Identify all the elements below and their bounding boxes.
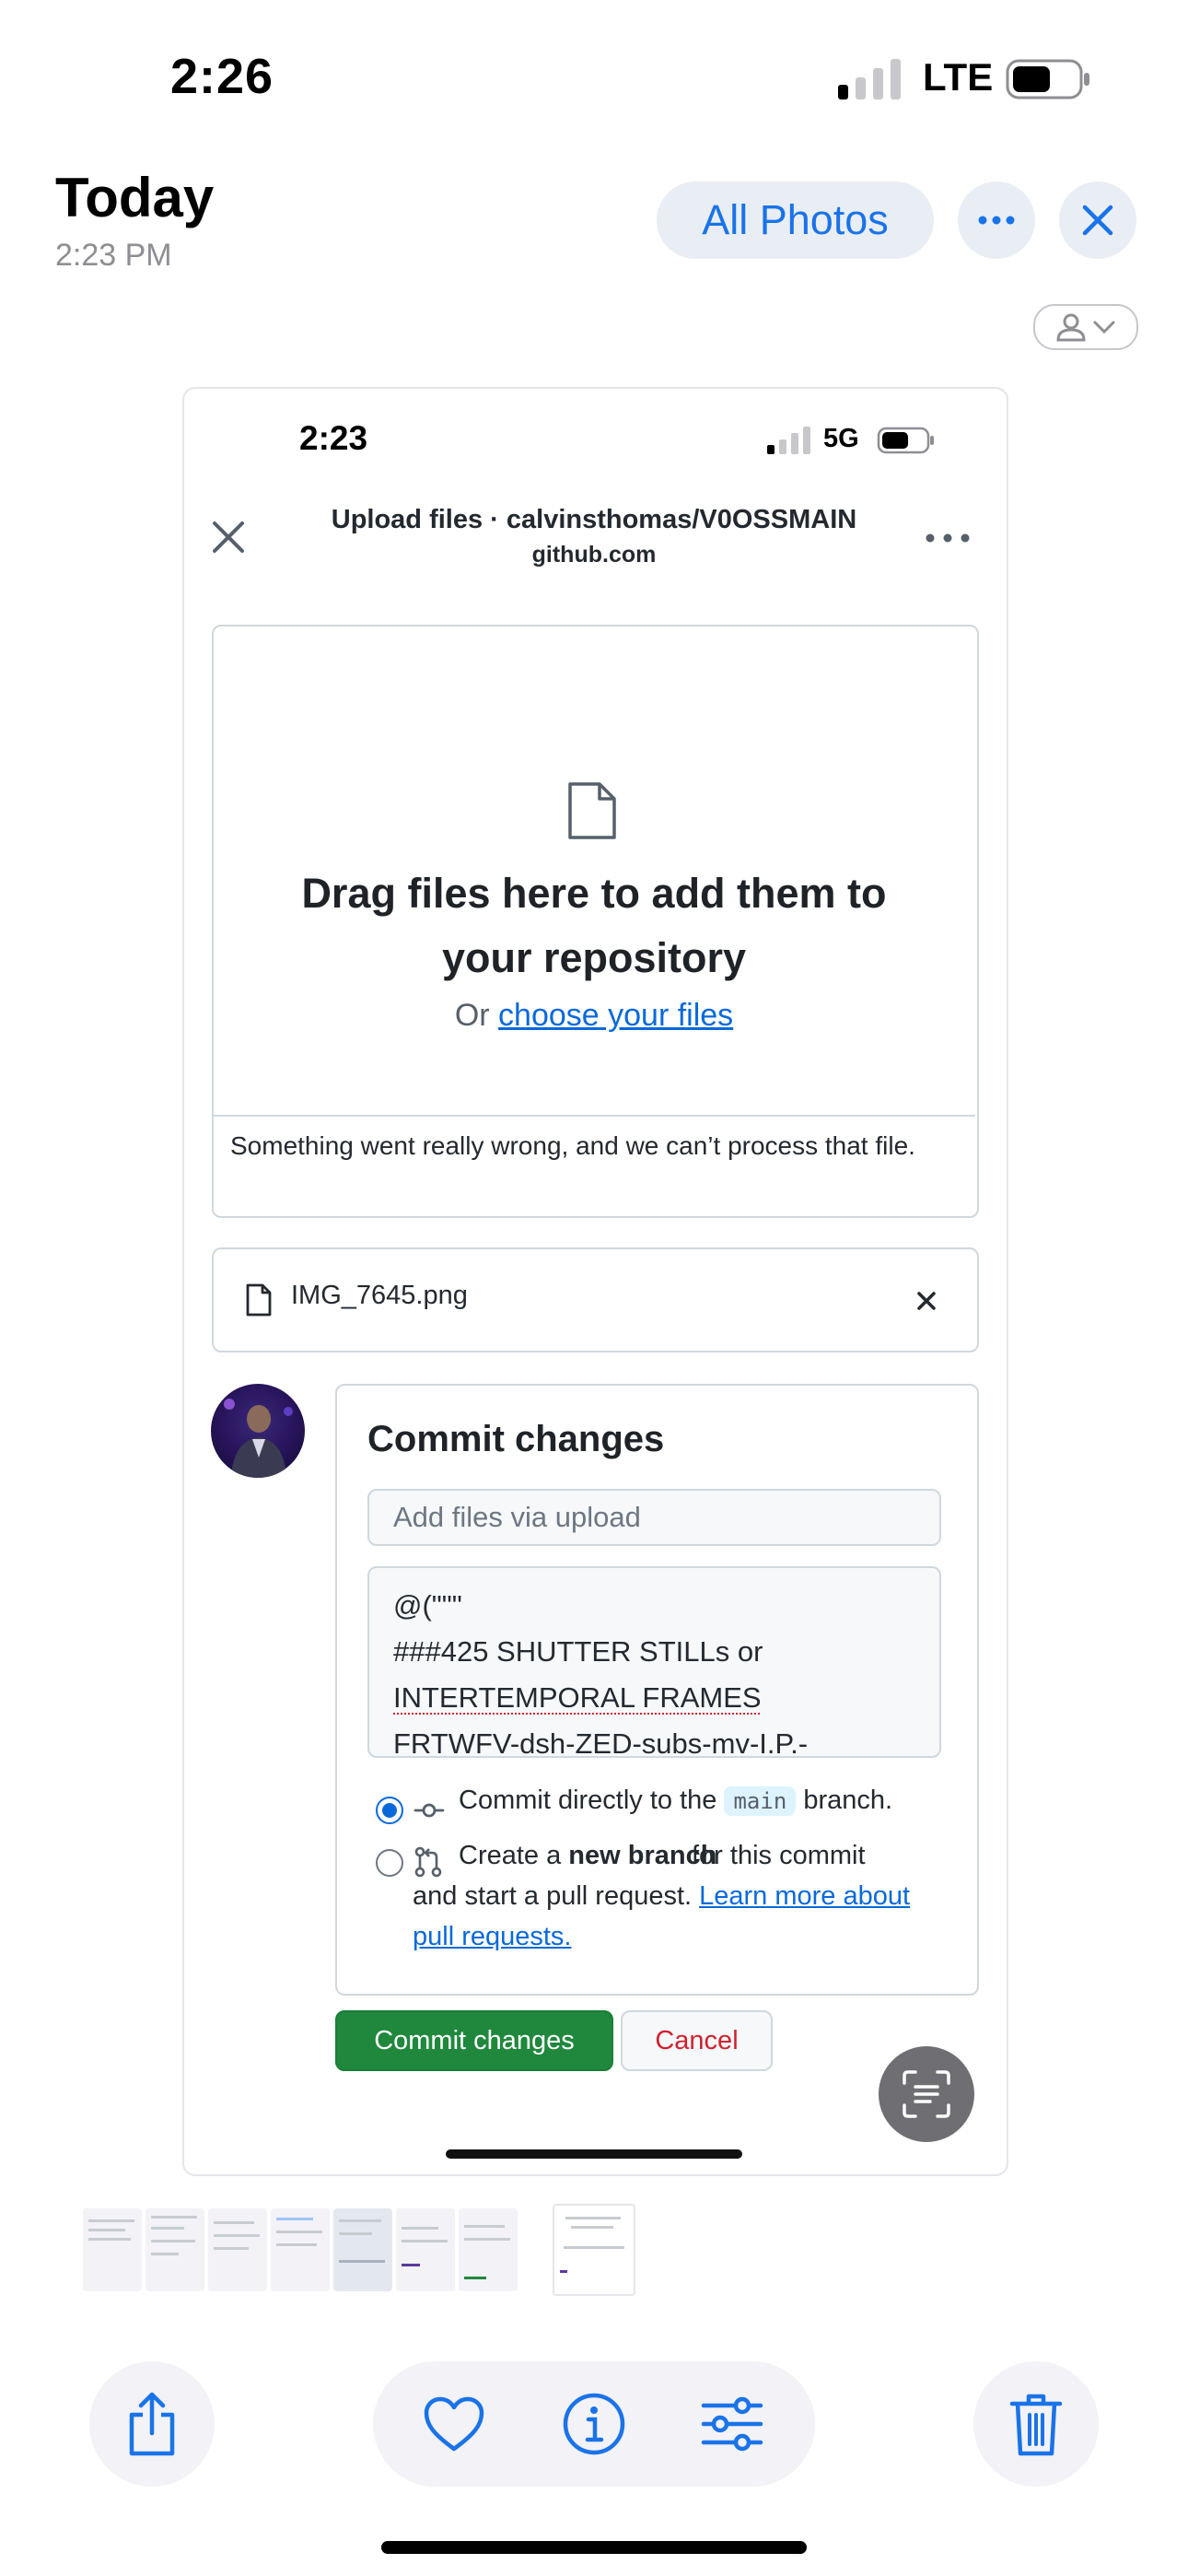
screenshot-network-label: 5G bbox=[823, 424, 859, 453]
drop-zone-divider bbox=[214, 1115, 975, 1117]
choose-files-line: Or choose your files bbox=[239, 998, 949, 1034]
all-photos-button[interactable]: All Photos bbox=[657, 181, 934, 259]
description-line-text: INTERTEMPORAL FRAMES bbox=[393, 1681, 762, 1714]
share-icon bbox=[129, 2392, 175, 2456]
new-branch-mid-2: and start a pull request. Learn more abo… bbox=[413, 1881, 911, 1911]
info-button[interactable] bbox=[559, 2389, 629, 2459]
description-line: FRTWFV-dsh-ZED-subs-mv-I.P.- bbox=[393, 1727, 809, 1758]
live-text-icon bbox=[903, 2070, 950, 2118]
share-button[interactable] bbox=[89, 2361, 215, 2487]
drop-zone-heading-line1: Drag files here to add them to bbox=[301, 870, 887, 917]
remove-file-icon[interactable] bbox=[914, 1288, 939, 1314]
chevron-down-icon bbox=[1093, 321, 1115, 334]
close-button[interactable] bbox=[1059, 181, 1136, 259]
screenshot-home-indicator bbox=[446, 2149, 742, 2159]
cancel-button[interactable]: Cancel bbox=[621, 2010, 773, 2071]
battery-icon bbox=[1006, 59, 1089, 100]
carrier-label: LTE bbox=[923, 55, 994, 99]
file-icon bbox=[568, 782, 616, 839]
close-icon bbox=[1082, 205, 1113, 236]
screenshot-status-time: 2:23 bbox=[299, 419, 368, 457]
filmstrip-thumbnail[interactable] bbox=[83, 2208, 142, 2291]
browser-page-title: Upload files · calvinsthomas/V0OSSMAIN bbox=[331, 505, 857, 534]
trash-icon bbox=[1009, 2394, 1063, 2456]
people-tag-button[interactable] bbox=[1033, 304, 1138, 350]
or-text: Or bbox=[454, 998, 490, 1033]
git-commit-icon bbox=[413, 1803, 445, 1818]
browser-more-icon[interactable] bbox=[925, 527, 971, 549]
more-options-button[interactable] bbox=[958, 181, 1035, 259]
adjust-icon bbox=[701, 2396, 763, 2452]
photos-date-title: Today bbox=[55, 167, 215, 228]
filmstrip-thumbnail[interactable] bbox=[396, 2208, 455, 2291]
browser-close-icon[interactable] bbox=[207, 516, 250, 558]
person-icon bbox=[1056, 313, 1086, 342]
filmstrip-thumbnail[interactable] bbox=[208, 2208, 267, 2291]
commit-direct-post: branch. bbox=[803, 1786, 893, 1815]
description-line: @(""" bbox=[393, 1589, 462, 1622]
commit-changes-button[interactable]: Commit changes bbox=[335, 2010, 613, 2071]
screenshot-battery-icon bbox=[877, 427, 934, 454]
heart-icon bbox=[424, 2396, 484, 2452]
avatar-photo bbox=[224, 1399, 293, 1478]
commit-heading: Commit changes bbox=[367, 1419, 665, 1459]
avatar bbox=[211, 1384, 305, 1478]
filmstrip-thumbnail-current[interactable] bbox=[553, 2204, 635, 2296]
file-icon bbox=[246, 1283, 272, 1317]
commit-summary-input[interactable]: Add files via upload bbox=[367, 1489, 941, 1546]
live-text-button[interactable] bbox=[879, 2046, 974, 2142]
git-pull-request-icon bbox=[414, 1846, 442, 1878]
status-time: 2:26 bbox=[170, 49, 274, 104]
favorite-button[interactable] bbox=[419, 2389, 489, 2459]
commit-direct-label: Commit directly to the main branch. bbox=[459, 1780, 892, 1821]
edit-button[interactable] bbox=[697, 2389, 767, 2459]
choose-files-link[interactable]: choose your files bbox=[498, 998, 733, 1033]
photos-time-subtitle: 2:23 PM bbox=[55, 238, 172, 273]
drop-zone-heading: Drag files here to add them to your repo… bbox=[239, 861, 949, 990]
new-branch-mid-1: for this commit bbox=[692, 1841, 866, 1870]
delete-button[interactable] bbox=[973, 2361, 1099, 2487]
learn-more-link-cont[interactable]: pull requests. bbox=[413, 1922, 572, 1951]
new-branch-pre: Create a bbox=[459, 1841, 562, 1870]
filmstrip-thumbnail[interactable] bbox=[459, 2208, 518, 2291]
screenshot-signal-icon bbox=[767, 427, 810, 454]
new-branch-link-2: pull requests. bbox=[413, 1916, 572, 1957]
filmstrip-thumbnail[interactable] bbox=[146, 2208, 204, 2291]
description-line: INTERTEMPORAL FRAMES bbox=[393, 1675, 915, 1721]
commit-direct-pre: Commit directly to the bbox=[459, 1786, 717, 1815]
uploaded-file-name: IMG_7645.png bbox=[291, 1281, 468, 1310]
cellular-signal-icon bbox=[838, 59, 901, 100]
upload-error-message: Something went really wrong, and we can’… bbox=[230, 1131, 915, 1160]
info-icon bbox=[563, 2393, 625, 2455]
home-indicator bbox=[381, 2541, 807, 2554]
learn-more-link[interactable]: Learn more about bbox=[699, 1881, 910, 1911]
commit-description-textarea[interactable]: @(""" ###425 SHUTTER STILLs or INTERTEMP… bbox=[367, 1566, 941, 1758]
drop-zone-heading-line2: your repository bbox=[441, 934, 747, 981]
filmstrip-thumbnail[interactable] bbox=[271, 2208, 330, 2291]
branch-name-badge: main bbox=[724, 1786, 797, 1816]
description-line: ###425 SHUTTER STILLs or bbox=[393, 1635, 763, 1668]
filmstrip-thumbnail[interactable] bbox=[333, 2208, 392, 2291]
commit-direct-radio[interactable] bbox=[376, 1797, 403, 1824]
new-branch-radio[interactable] bbox=[376, 1849, 403, 1877]
ellipsis-icon bbox=[978, 216, 1015, 225]
browser-host: github.com bbox=[531, 542, 657, 568]
